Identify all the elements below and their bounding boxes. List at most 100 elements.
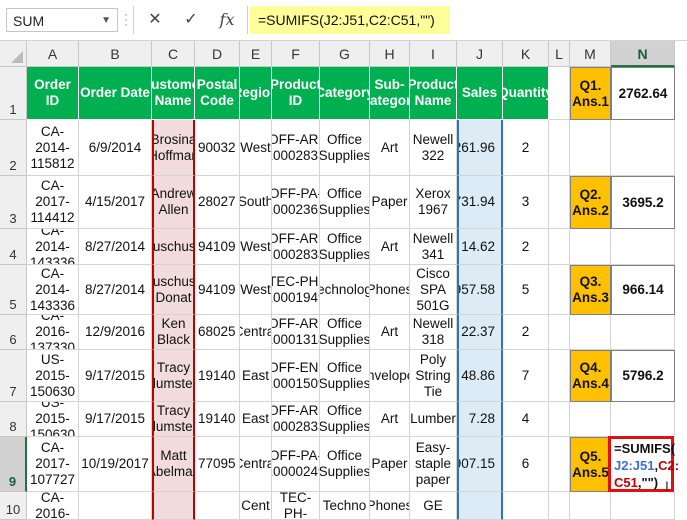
table-cell[interactable]: Cisco SPA 501G	[410, 265, 457, 315]
row-header-7[interactable]: 7	[0, 350, 27, 402]
row-header-5[interactable]: 5	[0, 265, 27, 315]
table-cell[interactable]: 6	[503, 437, 549, 492]
column-header-k[interactable]: K	[503, 41, 549, 67]
column-heading[interactable]: Order ID	[27, 67, 79, 120]
table-cell[interactable]: 6/9/2014	[79, 120, 152, 176]
table-cell[interactable]: 28027	[195, 176, 240, 229]
empty-cell[interactable]	[570, 120, 611, 176]
column-header-h[interactable]: H	[370, 41, 410, 67]
column-heading[interactable]: Order Date	[79, 67, 152, 120]
table-cell[interactable]: 12/9/2016	[79, 315, 152, 350]
table-cell[interactable]: 2	[503, 120, 549, 176]
answer-value[interactable]: 5796.2	[611, 350, 675, 402]
table-cell[interactable]: 14.62	[457, 229, 503, 265]
column-heading[interactable]: Product ID	[272, 67, 320, 120]
table-cell[interactable]: West	[240, 265, 272, 315]
table-cell[interactable]: OFF-AR-10001318	[272, 315, 320, 350]
table-cell[interactable]: OFF-AR-10002833	[272, 402, 320, 437]
table-cell[interactable]: East	[240, 402, 272, 437]
table-cell[interactable]: 10/19/2017	[79, 437, 152, 492]
column-header-d[interactable]: D	[195, 41, 240, 67]
table-cell[interactable]: Brosina Hoffman	[152, 120, 195, 176]
table-cell[interactable]: CA-2017-114412	[27, 176, 79, 229]
table-cell[interactable]: East	[240, 350, 272, 402]
table-cell[interactable]: Tracy Blumstein	[152, 350, 195, 402]
table-cell[interactable]: CA-2014-143336	[27, 265, 79, 315]
column-header-f[interactable]: F	[272, 41, 320, 67]
answer-value[interactable]: 2762.64	[611, 67, 675, 120]
column-header-n[interactable]: N	[611, 41, 675, 67]
cancel-button[interactable]: ✕	[140, 8, 170, 32]
table-cell[interactable]: OFF-PA-10000249	[272, 437, 320, 492]
table-cell[interactable]: CA-2016-	[27, 492, 79, 520]
empty-cell[interactable]	[549, 437, 570, 492]
table-cell[interactable]: 4/15/2017	[79, 176, 152, 229]
table-cell[interactable]: 90032	[195, 120, 240, 176]
empty-cell[interactable]	[570, 229, 611, 265]
empty-cell[interactable]	[611, 402, 675, 437]
empty-cell[interactable]	[549, 350, 570, 402]
empty-cell[interactable]	[549, 315, 570, 350]
column-heading[interactable]: Postal Code	[195, 67, 240, 120]
row-header-3[interactable]: 3	[0, 176, 27, 229]
empty-cell[interactable]	[549, 67, 570, 120]
table-cell[interactable]: Newell 322	[410, 120, 457, 176]
table-cell[interactable]: TEC-PH-	[272, 492, 320, 520]
table-cell[interactable]: 4	[503, 402, 549, 437]
empty-cell[interactable]	[549, 176, 570, 229]
table-cell[interactable]: West	[240, 120, 272, 176]
table-cell[interactable]: 68025	[195, 315, 240, 350]
table-cell[interactable]: 731.94	[457, 176, 503, 229]
table-cell[interactable]: Art	[370, 315, 410, 350]
empty-cell[interactable]	[570, 402, 611, 437]
column-header-j[interactable]: J	[457, 41, 503, 67]
column-heading[interactable]: Category	[320, 67, 370, 120]
table-cell[interactable]: Zuschuss Donat	[152, 265, 195, 315]
table-cell[interactable]: Central	[240, 437, 272, 492]
column-header-c[interactable]: C	[152, 41, 195, 67]
table-cell[interactable]: OFF-PA-10002365	[272, 176, 320, 229]
table-cell[interactable]: Office Supplies	[320, 402, 370, 437]
column-heading[interactable]: Region	[240, 67, 272, 120]
table-cell[interactable]: Art	[370, 120, 410, 176]
table-cell[interactable]: 8/27/2014	[79, 265, 152, 315]
column-header-e[interactable]: E	[240, 41, 272, 67]
table-cell[interactable]: West	[240, 229, 272, 265]
table-cell[interactable]: Andrew Allen	[152, 176, 195, 229]
column-heading[interactable]: Quantity	[503, 67, 549, 120]
table-cell[interactable]: Technology	[320, 265, 370, 315]
table-cell[interactable]: South	[240, 176, 272, 229]
table-cell[interactable]	[457, 492, 503, 520]
table-cell[interactable]	[152, 492, 195, 520]
row-header-4[interactable]: 4	[0, 229, 27, 265]
name-box[interactable]: SUM ▼	[6, 8, 118, 32]
column-heading[interactable]: Customer Name	[152, 67, 195, 120]
column-heading[interactable]: Sub-Category	[370, 67, 410, 120]
table-cell[interactable]: Easy-staple paper	[410, 437, 457, 492]
empty-cell[interactable]	[549, 229, 570, 265]
table-cell[interactable]: 7	[503, 350, 549, 402]
table-cell[interactable]: Tracy Blumstein	[152, 402, 195, 437]
empty-cell[interactable]	[611, 492, 675, 520]
table-cell[interactable]: Newell 341	[410, 229, 457, 265]
empty-cell[interactable]	[611, 229, 675, 265]
table-cell[interactable]: Paper	[370, 176, 410, 229]
enter-button[interactable]: ✓	[176, 8, 206, 32]
table-cell[interactable]: US-2015-150630	[27, 402, 79, 437]
column-header-m[interactable]: M	[570, 41, 611, 67]
table-cell[interactable]: Paper	[370, 437, 410, 492]
table-cell[interactable]: 261.96	[457, 120, 503, 176]
table-cell[interactable]: Newell 318	[410, 315, 457, 350]
empty-cell[interactable]	[611, 315, 675, 350]
table-cell[interactable]: CA-2014-143336	[27, 229, 79, 265]
empty-cell[interactable]	[549, 492, 570, 520]
select-all-button[interactable]	[0, 41, 27, 67]
empty-cell[interactable]	[611, 120, 675, 176]
answer-value[interactable]: 966.14	[611, 265, 675, 315]
empty-cell[interactable]	[549, 402, 570, 437]
table-cell[interactable]: Lumber	[410, 402, 457, 437]
answer-value[interactable]: 3695.2	[611, 176, 675, 229]
row-header-6[interactable]: 6	[0, 315, 27, 350]
column-heading[interactable]: Sales	[457, 67, 503, 120]
empty-cell[interactable]	[570, 492, 611, 520]
